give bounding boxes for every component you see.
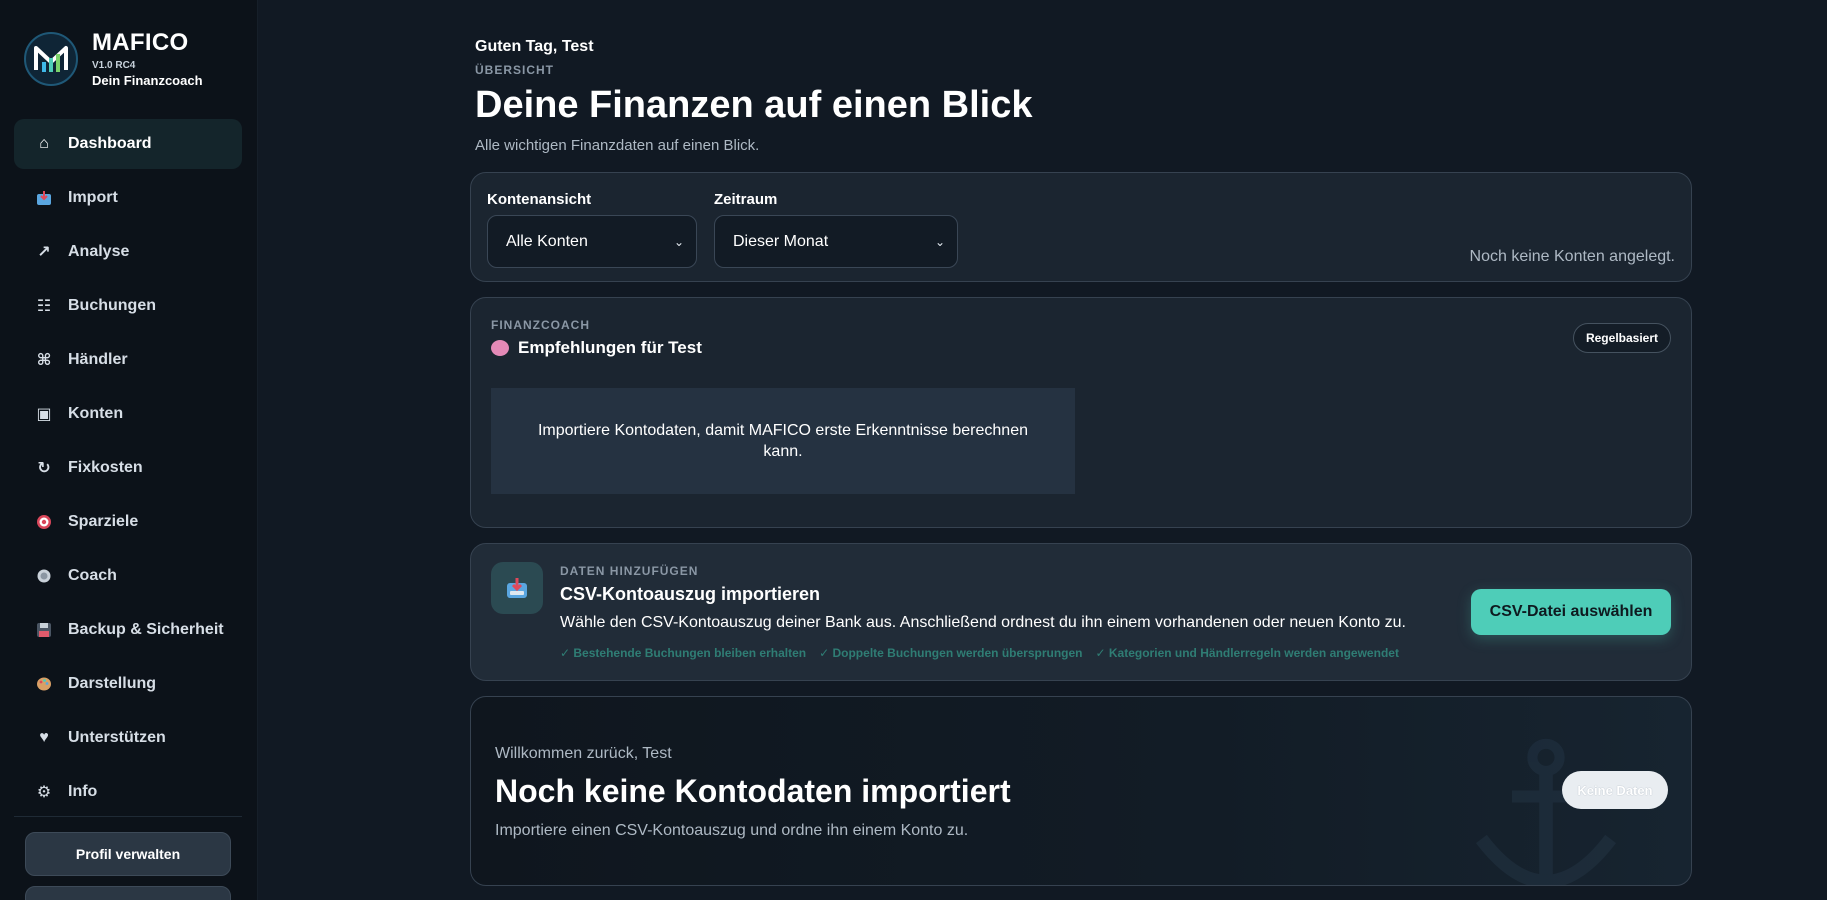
sidebar-item-label: Import bbox=[68, 189, 118, 206]
chevron-down-icon: ⌄ bbox=[673, 234, 684, 249]
welcome-title: Noch keine Kontodaten importiert bbox=[495, 773, 1011, 809]
welcome-card: Willkommen zurück, Test Noch keine Konto… bbox=[470, 696, 1692, 886]
check-item: ✓ Bestehende Buchungen bleiben erhalten bbox=[560, 646, 807, 660]
account-view-select[interactable]: Alle Konten ⌄ bbox=[487, 215, 697, 268]
welcome-kicker: Willkommen zurück, Test bbox=[495, 745, 672, 762]
sidebar-item-label: Fixkosten bbox=[68, 459, 143, 476]
import-eyebrow: DATEN HINZUFÜGEN bbox=[560, 564, 699, 578]
no-data-badge: Keine Daten bbox=[1562, 771, 1668, 809]
check-item: ✓ Doppelte Buchungen werden übersprungen bbox=[819, 646, 1083, 660]
period-label: Zeitraum bbox=[714, 191, 778, 208]
sidebar-item-backup[interactable]: Backup & Sicherheit bbox=[14, 605, 242, 655]
inbox-tray-icon bbox=[32, 190, 56, 206]
brand-version: V1.0 RC4 bbox=[92, 60, 136, 71]
gear-icon: ⚙ bbox=[36, 784, 52, 801]
select-csv-button[interactable]: CSV-Datei auswählen bbox=[1471, 589, 1671, 635]
anchor-icon bbox=[1475, 738, 1617, 885]
coach-title-text: Empfehlungen für Test bbox=[518, 338, 702, 357]
sidebar: MAFICO V1.0 RC4 Dein Finanzcoach ⌂ Dashb… bbox=[0, 0, 258, 900]
sidebar-item-label: Konten bbox=[68, 405, 124, 422]
welcome-subtitle: Importiere einen CSV-Kontoauszug und ord… bbox=[495, 822, 969, 839]
sidebar-item-fixkosten[interactable]: ↻ Fixkosten bbox=[14, 443, 242, 493]
sidebar-item-label: Coach bbox=[68, 567, 117, 584]
manage-profile-button[interactable]: Profil verwalten bbox=[25, 832, 231, 876]
no-accounts-note: Noch keine Konten angelegt. bbox=[1469, 248, 1675, 265]
period-value: Dieser Monat bbox=[733, 232, 829, 250]
trend-arrow-icon: ↗ bbox=[37, 244, 51, 261]
sidebar-item-dashboard[interactable]: ⌂ Dashboard bbox=[14, 119, 242, 169]
check-item: ✓ Kategorien und Händlerregeln werden an… bbox=[1095, 646, 1399, 660]
sidebar-item-unterstuetzen[interactable]: ♥ Unterstützen bbox=[14, 713, 242, 763]
heart-icon: ♥ bbox=[39, 729, 49, 746]
import-description: Wähle den CSV-Kontoauszug deiner Bank au… bbox=[560, 614, 1406, 631]
sidebar-item-haendler[interactable]: ⌘ Händler bbox=[14, 335, 242, 385]
command-icon: ⌘ bbox=[36, 352, 52, 369]
filter-card: Kontenansicht Alle Konten ⌄ Zeitraum Die… bbox=[470, 172, 1692, 282]
greeting: Guten Tag, Test bbox=[475, 38, 594, 55]
account-view-value: Alle Konten bbox=[506, 232, 588, 250]
sidebar-item-label: Buchungen bbox=[68, 297, 156, 314]
inbox-tray-icon bbox=[491, 562, 543, 614]
sidebar-item-konten[interactable]: ▣ Konten bbox=[14, 389, 242, 439]
palette-icon bbox=[32, 676, 56, 692]
sidebar-item-label: Unterstützen bbox=[68, 729, 166, 746]
import-checks: ✓ Bestehende Buchungen bleiben erhalten … bbox=[560, 646, 1412, 660]
sidebar-nav: ⌂ Dashboard Import ↗ Analyse ☷ Buchungen… bbox=[14, 119, 242, 821]
floppy-disk-icon bbox=[32, 622, 56, 638]
sidebar-item-import[interactable]: Import bbox=[14, 173, 242, 223]
coach-icon bbox=[32, 568, 56, 584]
sidebar-item-darstellung[interactable]: Darstellung bbox=[14, 659, 242, 709]
coach-eyebrow: FINANZCOACH bbox=[491, 318, 590, 332]
sidebar-item-label: Dashboard bbox=[68, 135, 152, 152]
mafico-logo-icon bbox=[24, 32, 78, 86]
account-view-label: Kontenansicht bbox=[487, 191, 592, 208]
sidebar-item-label: Darstellung bbox=[68, 675, 157, 692]
brand-tagline: Dein Finanzcoach bbox=[92, 73, 203, 88]
chevron-down-icon: ⌄ bbox=[934, 234, 945, 249]
sidebar-item-sparziele[interactable]: Sparziele bbox=[14, 497, 242, 547]
list-icon: ☷ bbox=[36, 298, 52, 315]
home-icon: ⌂ bbox=[39, 135, 49, 152]
sidebar-item-label: Analyse bbox=[68, 243, 130, 260]
coach-title: Empfehlungen für Test bbox=[491, 338, 702, 358]
period-select[interactable]: Dieser Monat ⌄ bbox=[714, 215, 958, 268]
brand[interactable]: MAFICO V1.0 RC4 Dein Finanzcoach bbox=[24, 30, 203, 88]
sidebar-item-label: Sparziele bbox=[68, 513, 139, 530]
page-title: Deine Finanzen auf einen Blick bbox=[475, 84, 1033, 126]
sidebar-item-label: Info bbox=[68, 783, 98, 800]
import-title: CSV-Kontoauszug importieren bbox=[560, 584, 821, 604]
brain-icon bbox=[491, 340, 509, 356]
account-card-icon: ▣ bbox=[36, 406, 52, 423]
target-icon bbox=[32, 514, 56, 530]
brand-name: MAFICO bbox=[92, 29, 189, 56]
rule-based-badge: Regelbasiert bbox=[1572, 323, 1671, 353]
sidebar-item-analyse[interactable]: ↗ Analyse bbox=[14, 227, 242, 277]
sidebar-item-label: Händler bbox=[68, 351, 128, 368]
import-card: DATEN HINZUFÜGEN CSV-Kontoauszug importi… bbox=[470, 543, 1692, 681]
coach-card: FINANZCOACH Empfehlungen für Test Regelb… bbox=[470, 297, 1692, 528]
sidebar-divider bbox=[14, 816, 242, 817]
secondary-sidebar-button[interactable] bbox=[25, 886, 231, 900]
sidebar-item-label: Backup & Sicherheit bbox=[68, 621, 224, 638]
sidebar-item-info[interactable]: ⚙ Info bbox=[14, 767, 242, 817]
page-eyebrow: ÜBERSICHT bbox=[475, 63, 555, 77]
coach-message: Importiere Kontodaten, damit MAFICO erst… bbox=[491, 388, 1075, 494]
sidebar-item-coach[interactable]: Coach bbox=[14, 551, 242, 601]
sidebar-item-buchungen[interactable]: ☷ Buchungen bbox=[14, 281, 242, 331]
repeat-icon: ↻ bbox=[37, 460, 51, 477]
page-subtitle: Alle wichtigen Finanzdaten auf einen Bli… bbox=[475, 137, 760, 154]
